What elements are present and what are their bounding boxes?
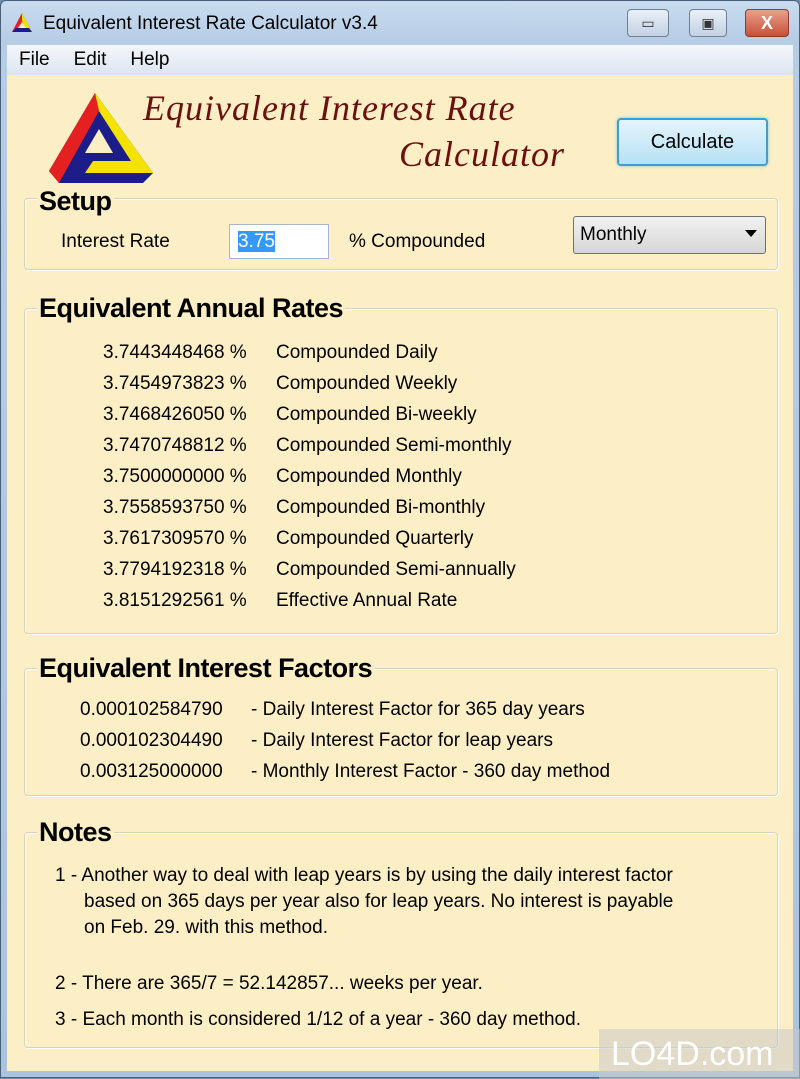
minimize-icon: ▭ bbox=[641, 14, 655, 31]
window-title: Equivalent Interest Rate Calculator v3.4 bbox=[43, 13, 378, 34]
app-window: Equivalent Interest Rate Calculator v3.4… bbox=[0, 0, 800, 1079]
note-line: 2 - There are 365/7 = 52.142857... weeks… bbox=[55, 973, 483, 994]
factor-value: 0.000102584790 bbox=[80, 699, 223, 720]
compounding-select[interactable]: Monthly bbox=[573, 216, 766, 254]
maximize-icon: ▣ bbox=[701, 14, 715, 31]
menu-edit[interactable]: Edit bbox=[62, 49, 119, 71]
close-icon: X bbox=[760, 12, 773, 33]
interest-factors-title: Equivalent Interest Factors bbox=[37, 653, 375, 684]
annual-rate-value: 3.7617309570 % bbox=[103, 528, 247, 549]
annual-rate-value: 3.7500000000 % bbox=[103, 466, 247, 487]
maximize-button[interactable]: ▣ bbox=[689, 9, 727, 37]
annual-rate-value: 3.7558593750 % bbox=[103, 497, 247, 518]
annual-rate-value: 3.7454973823 % bbox=[103, 373, 247, 394]
annual-rate-label: Compounded Quarterly bbox=[276, 528, 474, 549]
annual-rate-label: Compounded Semi-monthly bbox=[276, 435, 512, 456]
menu-file[interactable]: File bbox=[7, 49, 62, 71]
app-logo-icon bbox=[12, 13, 32, 32]
annual-rate-label: Effective Annual Rate bbox=[276, 590, 458, 611]
menu-help[interactable]: Help bbox=[118, 49, 181, 71]
annual-rate-value: 3.7794192318 % bbox=[103, 559, 247, 580]
factor-label: - Daily Interest Factor for 365 day year… bbox=[251, 699, 585, 720]
factor-value: 0.000102304490 bbox=[80, 730, 223, 751]
interest-rate-label: Interest Rate bbox=[61, 231, 170, 252]
logo-title-line1: Equivalent Interest Rate bbox=[143, 88, 516, 128]
annual-rate-label: Compounded Daily bbox=[276, 342, 438, 363]
compounded-label: % Compounded bbox=[349, 231, 486, 252]
annual-rates-title: Equivalent Annual Rates bbox=[37, 293, 346, 324]
note-line: based on 365 days per year also for leap… bbox=[84, 891, 674, 912]
interest-rate-value: 3.75 bbox=[238, 231, 275, 252]
annual-rate-label: Compounded Bi-weekly bbox=[276, 404, 477, 425]
note-line: 3 - Each month is considered 1/12 of a y… bbox=[55, 1009, 581, 1030]
watermark-text: LO4D.com bbox=[611, 1034, 774, 1073]
factor-value: 0.003125000000 bbox=[80, 761, 223, 782]
minimize-button[interactable]: ▭ bbox=[627, 9, 669, 37]
title-bar[interactable]: Equivalent Interest Rate Calculator v3.4… bbox=[1, 1, 799, 45]
annual-rate-label: Compounded Semi-annually bbox=[276, 559, 516, 580]
note-line: 1 - Another way to deal with leap years … bbox=[55, 865, 673, 886]
annual-rate-label: Compounded Monthly bbox=[276, 466, 462, 487]
close-button[interactable]: X bbox=[745, 9, 789, 37]
annual-rate-value: 3.7443448468 % bbox=[103, 342, 247, 363]
annual-rate-value: 3.7470748812 % bbox=[103, 435, 247, 456]
annual-rate-value: 3.8151292561 % bbox=[103, 590, 247, 611]
factor-label: - Daily Interest Factor for leap years bbox=[251, 730, 553, 751]
logo-title-line2: Calculator bbox=[399, 134, 566, 174]
factor-label: - Monthly Interest Factor - 360 day meth… bbox=[251, 761, 611, 782]
interest-rate-input[interactable]: 3.75 bbox=[229, 224, 329, 259]
compounding-value: Monthly bbox=[580, 224, 647, 245]
annual-rate-label: Compounded Bi-monthly bbox=[276, 497, 486, 518]
annual-rate-label: Compounded Weekly bbox=[276, 373, 458, 394]
menu-bar: File Edit Help bbox=[7, 45, 793, 75]
setup-title: Setup bbox=[37, 186, 114, 217]
notes-title: Notes bbox=[37, 817, 114, 848]
logo-triangle-icon bbox=[49, 93, 153, 183]
chevron-down-icon bbox=[745, 230, 757, 237]
note-line: on Feb. 29. with this method. bbox=[84, 917, 328, 938]
main-panel: Equivalent Interest Rate Calculator Calc… bbox=[7, 75, 793, 1071]
watermark: LO4D.com bbox=[599, 1029, 800, 1079]
annual-rate-value: 3.7468426050 % bbox=[103, 404, 247, 425]
calculate-button[interactable]: Calculate bbox=[617, 118, 768, 166]
